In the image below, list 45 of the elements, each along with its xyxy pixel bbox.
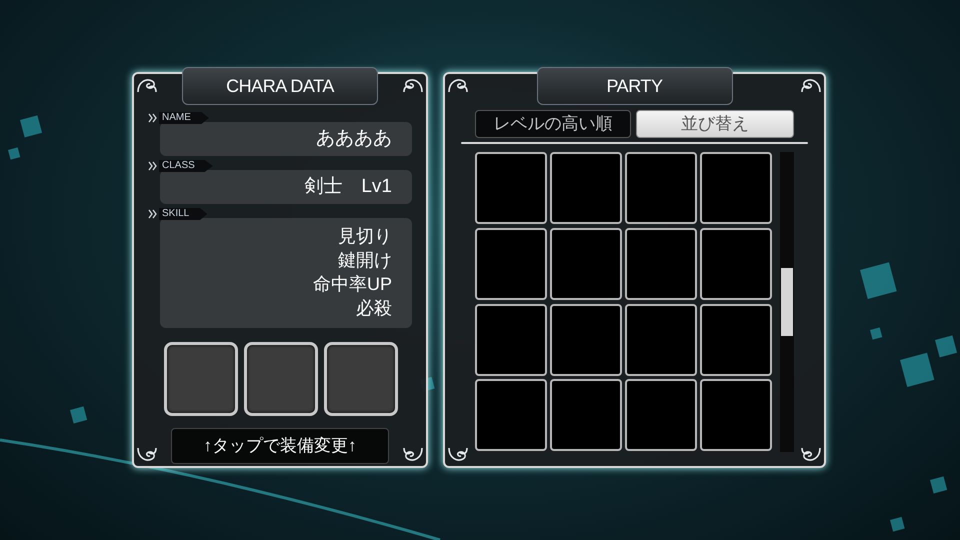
double-chevron-icon <box>148 161 158 171</box>
party-slot[interactable] <box>550 228 622 300</box>
sort-order-label: レベルの高い順 <box>475 110 631 138</box>
skill-name: 見切り <box>338 225 392 248</box>
ornament-icon <box>402 76 424 94</box>
sort-button[interactable]: 並び替え <box>636 110 794 138</box>
equipment-slot[interactable] <box>244 342 318 416</box>
equipment-slot[interactable] <box>324 342 398 416</box>
equip-change-button[interactable]: ↑タップで装備変更↑ <box>171 428 389 464</box>
party-slot[interactable] <box>475 228 547 300</box>
field-value: 剣士 Lv1 <box>304 174 392 199</box>
skill-name: 必殺 <box>356 297 392 320</box>
party-slot[interactable] <box>700 379 772 452</box>
double-chevron-icon <box>148 209 158 219</box>
double-chevron-icon <box>148 113 158 123</box>
ornament-icon <box>136 446 158 464</box>
party-slot[interactable] <box>475 152 547 224</box>
field-label: NAME <box>159 112 209 124</box>
panel-title: CHARA DATA <box>182 67 378 105</box>
ornament-icon <box>800 76 822 94</box>
party-slot[interactable] <box>625 228 697 300</box>
party-slot[interactable] <box>700 304 772 376</box>
equipment-slot[interactable] <box>164 342 238 416</box>
party-slot[interactable] <box>625 304 697 376</box>
party-slot[interactable] <box>550 152 622 224</box>
party-slot[interactable] <box>625 152 697 224</box>
panel-title: PARTY <box>536 67 732 105</box>
ornament-icon <box>447 76 469 94</box>
ornament-icon <box>136 76 158 94</box>
field-label: CLASS <box>159 160 213 172</box>
party-slot[interactable] <box>625 379 697 452</box>
party-slot[interactable] <box>550 379 622 452</box>
ornament-icon <box>447 446 469 464</box>
field-label: SKILL <box>159 208 208 220</box>
field-value: ああああ <box>316 126 392 151</box>
party-slot[interactable] <box>700 228 772 300</box>
ornament-icon <box>402 446 424 464</box>
skill-name: 鍵開け <box>338 249 392 272</box>
party-slot[interactable] <box>550 304 622 376</box>
party-slot[interactable] <box>475 304 547 376</box>
party-slot[interactable] <box>475 379 547 452</box>
scroll-thumb[interactable] <box>781 268 793 336</box>
ornament-icon <box>800 446 822 464</box>
party-slot[interactable] <box>700 152 772 224</box>
skill-name: 命中率UP <box>312 273 392 296</box>
